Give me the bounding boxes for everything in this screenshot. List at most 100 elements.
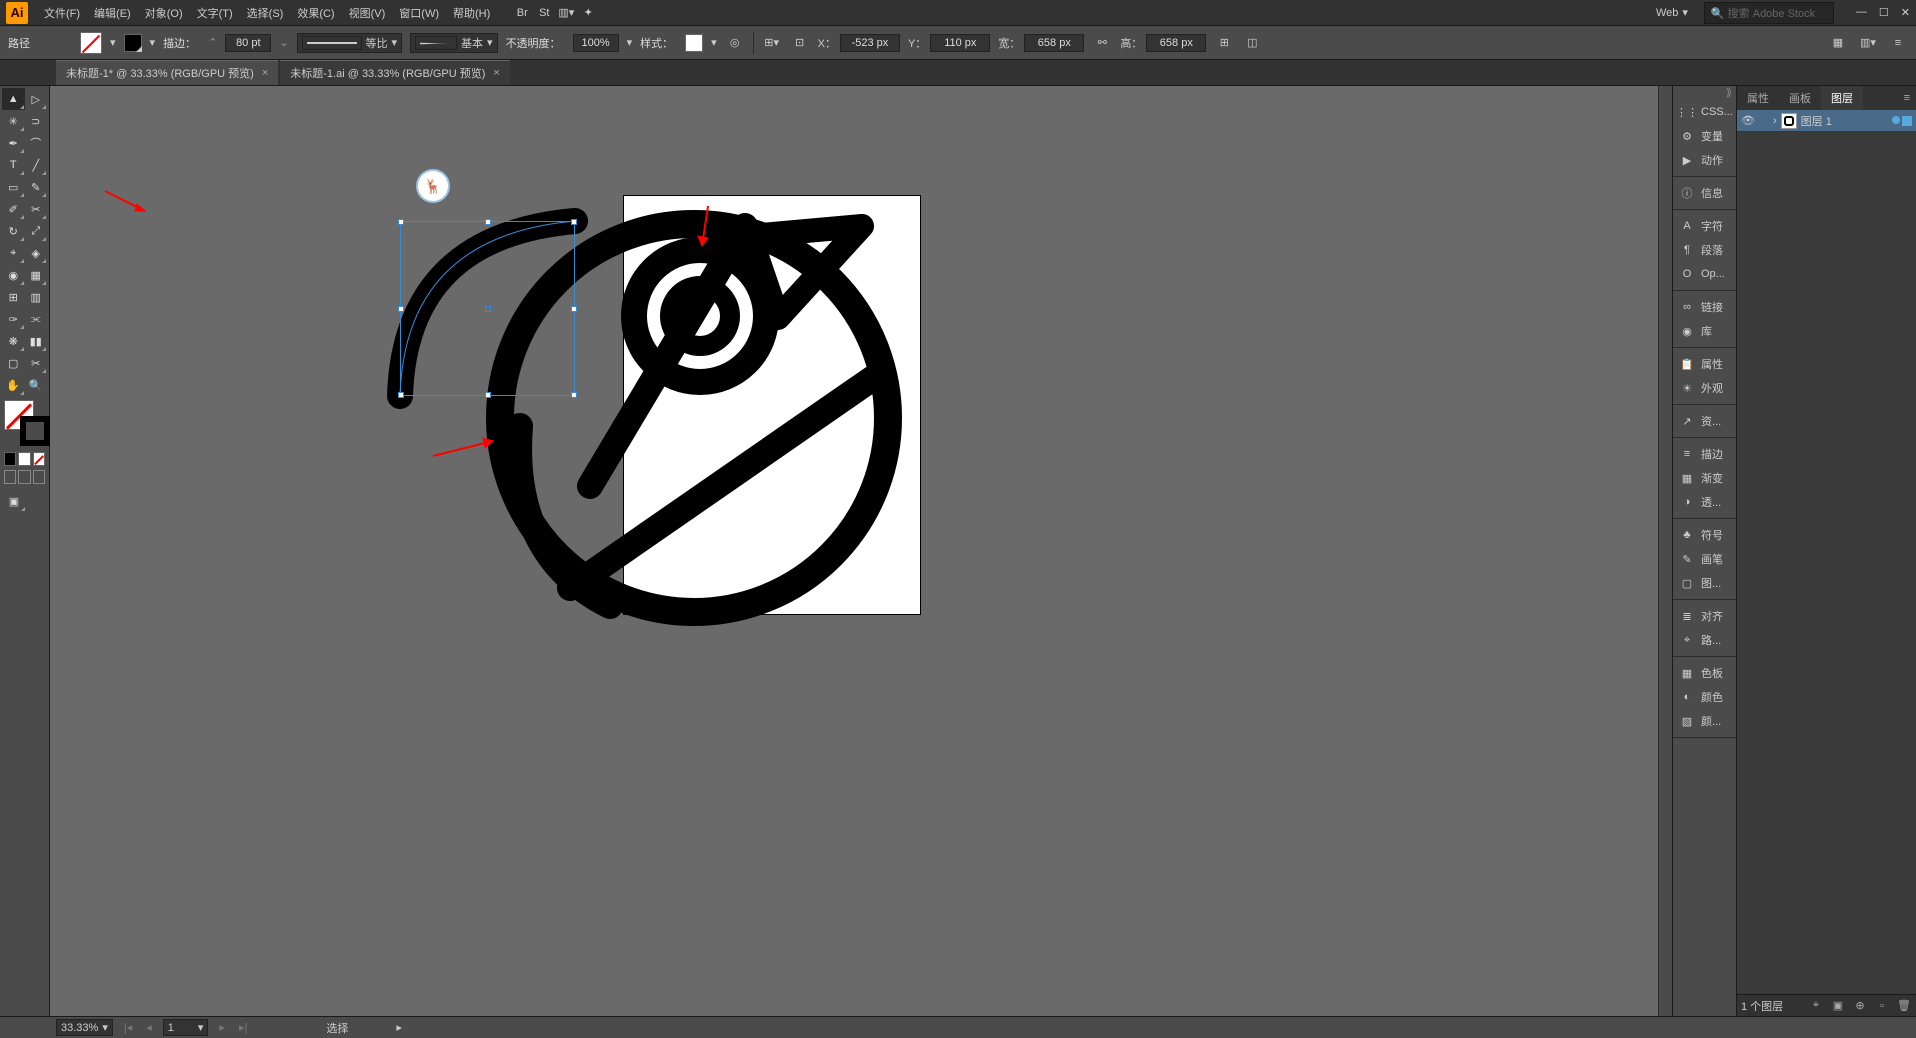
style-swatch[interactable] — [685, 34, 703, 52]
prefs-icon[interactable]: ▥▾ — [1858, 33, 1878, 53]
window-maximize[interactable]: ☐ — [1879, 6, 1889, 19]
tab-properties[interactable]: 属性 — [1737, 86, 1779, 110]
status-menu[interactable]: ▸ — [396, 1021, 402, 1034]
panel-gradient[interactable]: ▦渐变 — [1673, 466, 1736, 490]
stock-icon[interactable]: St — [534, 3, 554, 23]
tab-layers[interactable]: 图层 — [1821, 86, 1863, 110]
stroke-dec[interactable]: ⌃ — [208, 36, 217, 49]
profile-dd[interactable]: 等比▾ — [297, 33, 403, 53]
lasso-tool[interactable]: ⊃ — [25, 110, 48, 132]
shaper-tool[interactable]: ✐ — [2, 198, 25, 220]
direct-selection-tool[interactable]: ▷ — [25, 88, 48, 110]
transform-icon[interactable]: ⊡ — [790, 33, 810, 53]
menu-window[interactable]: 窗口(W) — [393, 2, 445, 24]
fill-stroke-control[interactable] — [4, 400, 50, 446]
window-close[interactable]: ✕ — [1901, 6, 1910, 19]
x-input[interactable] — [840, 34, 900, 52]
panel-brushes[interactable]: ✎画笔 — [1673, 547, 1736, 571]
h-input[interactable] — [1146, 34, 1206, 52]
fill-swatch[interactable] — [80, 32, 102, 54]
draw-normal[interactable] — [4, 470, 16, 484]
magic-wand-tool[interactable]: ✳ — [2, 110, 25, 132]
close-icon[interactable]: × — [493, 67, 499, 79]
panel-variables[interactable]: ⚙变量 — [1673, 124, 1736, 148]
artboard-nav[interactable]: 1▾ — [163, 1019, 209, 1036]
stroke-weight-input[interactable] — [225, 34, 271, 52]
panel-character[interactable]: A字符 — [1673, 214, 1736, 238]
new-sublayer-icon[interactable]: ⊕ — [1852, 998, 1868, 1014]
menu-type[interactable]: 文字(T) — [191, 2, 239, 24]
brush-dd[interactable]: 基本▾ — [410, 33, 498, 53]
panel-menu-icon[interactable]: ≡ — [1898, 92, 1916, 104]
y-input[interactable] — [930, 34, 990, 52]
disclosure-icon[interactable]: › — [1773, 115, 1777, 127]
stroke-dd[interactable]: ▾ — [150, 36, 156, 49]
visibility-icon[interactable]: 👁 — [1741, 114, 1755, 128]
symbol-sprayer-tool[interactable]: ❋ — [2, 330, 25, 352]
locate-icon[interactable]: ⌖ — [1808, 998, 1824, 1014]
menu-effect[interactable]: 效果(C) — [291, 2, 340, 24]
panel-transparency[interactable]: ◑透... — [1673, 490, 1736, 514]
selection-bounds[interactable] — [400, 221, 575, 396]
free-transform-tool[interactable]: ◈ — [25, 242, 48, 264]
doc-setup-icon[interactable]: ▦ — [1828, 33, 1848, 53]
align-icon[interactable]: ⊞▾ — [762, 33, 782, 53]
blend-tool[interactable]: ⫘ — [25, 308, 48, 330]
panel-symbols[interactable]: ♣符号 — [1673, 523, 1736, 547]
panel-color-guide[interactable]: ▨颜... — [1673, 709, 1736, 733]
opacity-input[interactable] — [573, 34, 619, 52]
panel-pathfinder[interactable]: ⌖路... — [1673, 628, 1736, 652]
type-tool[interactable]: T — [2, 154, 25, 176]
next-artboard[interactable]: ▸ — [216, 1021, 228, 1034]
new-layer-icon[interactable]: ▫ — [1874, 998, 1890, 1014]
delete-layer-icon[interactable]: 🗑 — [1896, 998, 1912, 1014]
panel-paragraph[interactable]: ¶段落 — [1673, 238, 1736, 262]
arrange-icon[interactable]: ▥▾ — [556, 3, 576, 23]
panel-properties[interactable]: 📋属性 — [1673, 352, 1736, 376]
gpu-icon[interactable]: ✦ — [578, 3, 598, 23]
panel-links[interactable]: ∞链接 — [1673, 295, 1736, 319]
stroke-swatch[interactable] — [124, 34, 142, 52]
panel-collapse-icon[interactable]: ⟫ — [1673, 86, 1736, 96]
curvature-tool[interactable]: ⌒ — [25, 132, 48, 154]
menu-object[interactable]: 对象(O) — [139, 2, 189, 24]
tab-artboards[interactable]: 画板 — [1779, 86, 1821, 110]
last-artboard[interactable]: ▸| — [236, 1021, 250, 1034]
recolor-icon[interactable]: ◎ — [725, 33, 745, 53]
graph-tool[interactable]: ▮▮ — [25, 330, 48, 352]
isolate-icon[interactable]: ◫ — [1242, 33, 1262, 53]
mesh-tool[interactable]: ⊞ — [2, 286, 25, 308]
panel-asset-export[interactable]: ↗资... — [1673, 409, 1736, 433]
v-scrollbar[interactable] — [1658, 86, 1672, 1016]
close-icon[interactable]: × — [262, 67, 268, 79]
doc-tab-1[interactable]: 未标题-1* @ 33.33% (RGB/GPU 预览)× — [56, 60, 278, 85]
scale-tool[interactable]: ⤢ — [25, 220, 48, 242]
layer-name[interactable]: 图层 1 — [1801, 113, 1832, 129]
bridge-icon[interactable]: Br — [512, 3, 532, 23]
perspective-tool[interactable]: ▦ — [25, 264, 48, 286]
panel-menu-icon[interactable]: ≡ — [1888, 33, 1908, 53]
workspace-switcher[interactable]: Web▾ — [1650, 4, 1694, 21]
panel-info[interactable]: ⓘ信息 — [1673, 181, 1736, 205]
layer-row[interactable]: 👁 › 图层 1 — [1737, 110, 1916, 132]
rotate-tool[interactable]: ↻ — [2, 220, 25, 242]
target-icon[interactable] — [1892, 116, 1900, 124]
hand-tool[interactable]: ✋ — [2, 374, 25, 396]
color-mode[interactable] — [4, 452, 16, 466]
panel-stroke[interactable]: ≡描边 — [1673, 442, 1736, 466]
menu-view[interactable]: 视图(V) — [343, 2, 392, 24]
eyedropper-tool[interactable]: ✑ — [2, 308, 25, 330]
panel-align[interactable]: ≣对齐 — [1673, 604, 1736, 628]
shape-builder-tool[interactable]: ◉ — [2, 264, 25, 286]
doc-tab-2[interactable]: 未标题-1.ai @ 33.33% (RGB/GPU 预览)× — [280, 60, 510, 85]
scissors-tool[interactable]: ✂ — [25, 198, 48, 220]
window-minimize[interactable]: ― — [1856, 6, 1867, 19]
rectangle-tool[interactable]: ▭ — [2, 176, 25, 198]
prev-artboard[interactable]: ◂ — [143, 1021, 155, 1034]
panel-swatches[interactable]: ▦色板 — [1673, 661, 1736, 685]
line-tool[interactable]: ╱ — [25, 154, 48, 176]
menu-edit[interactable]: 编辑(E) — [88, 2, 137, 24]
draw-behind[interactable] — [18, 470, 30, 484]
link-wh-icon[interactable]: ⚯ — [1092, 33, 1112, 53]
panel-css[interactable]: ⋮⋮CSS... — [1673, 100, 1736, 124]
